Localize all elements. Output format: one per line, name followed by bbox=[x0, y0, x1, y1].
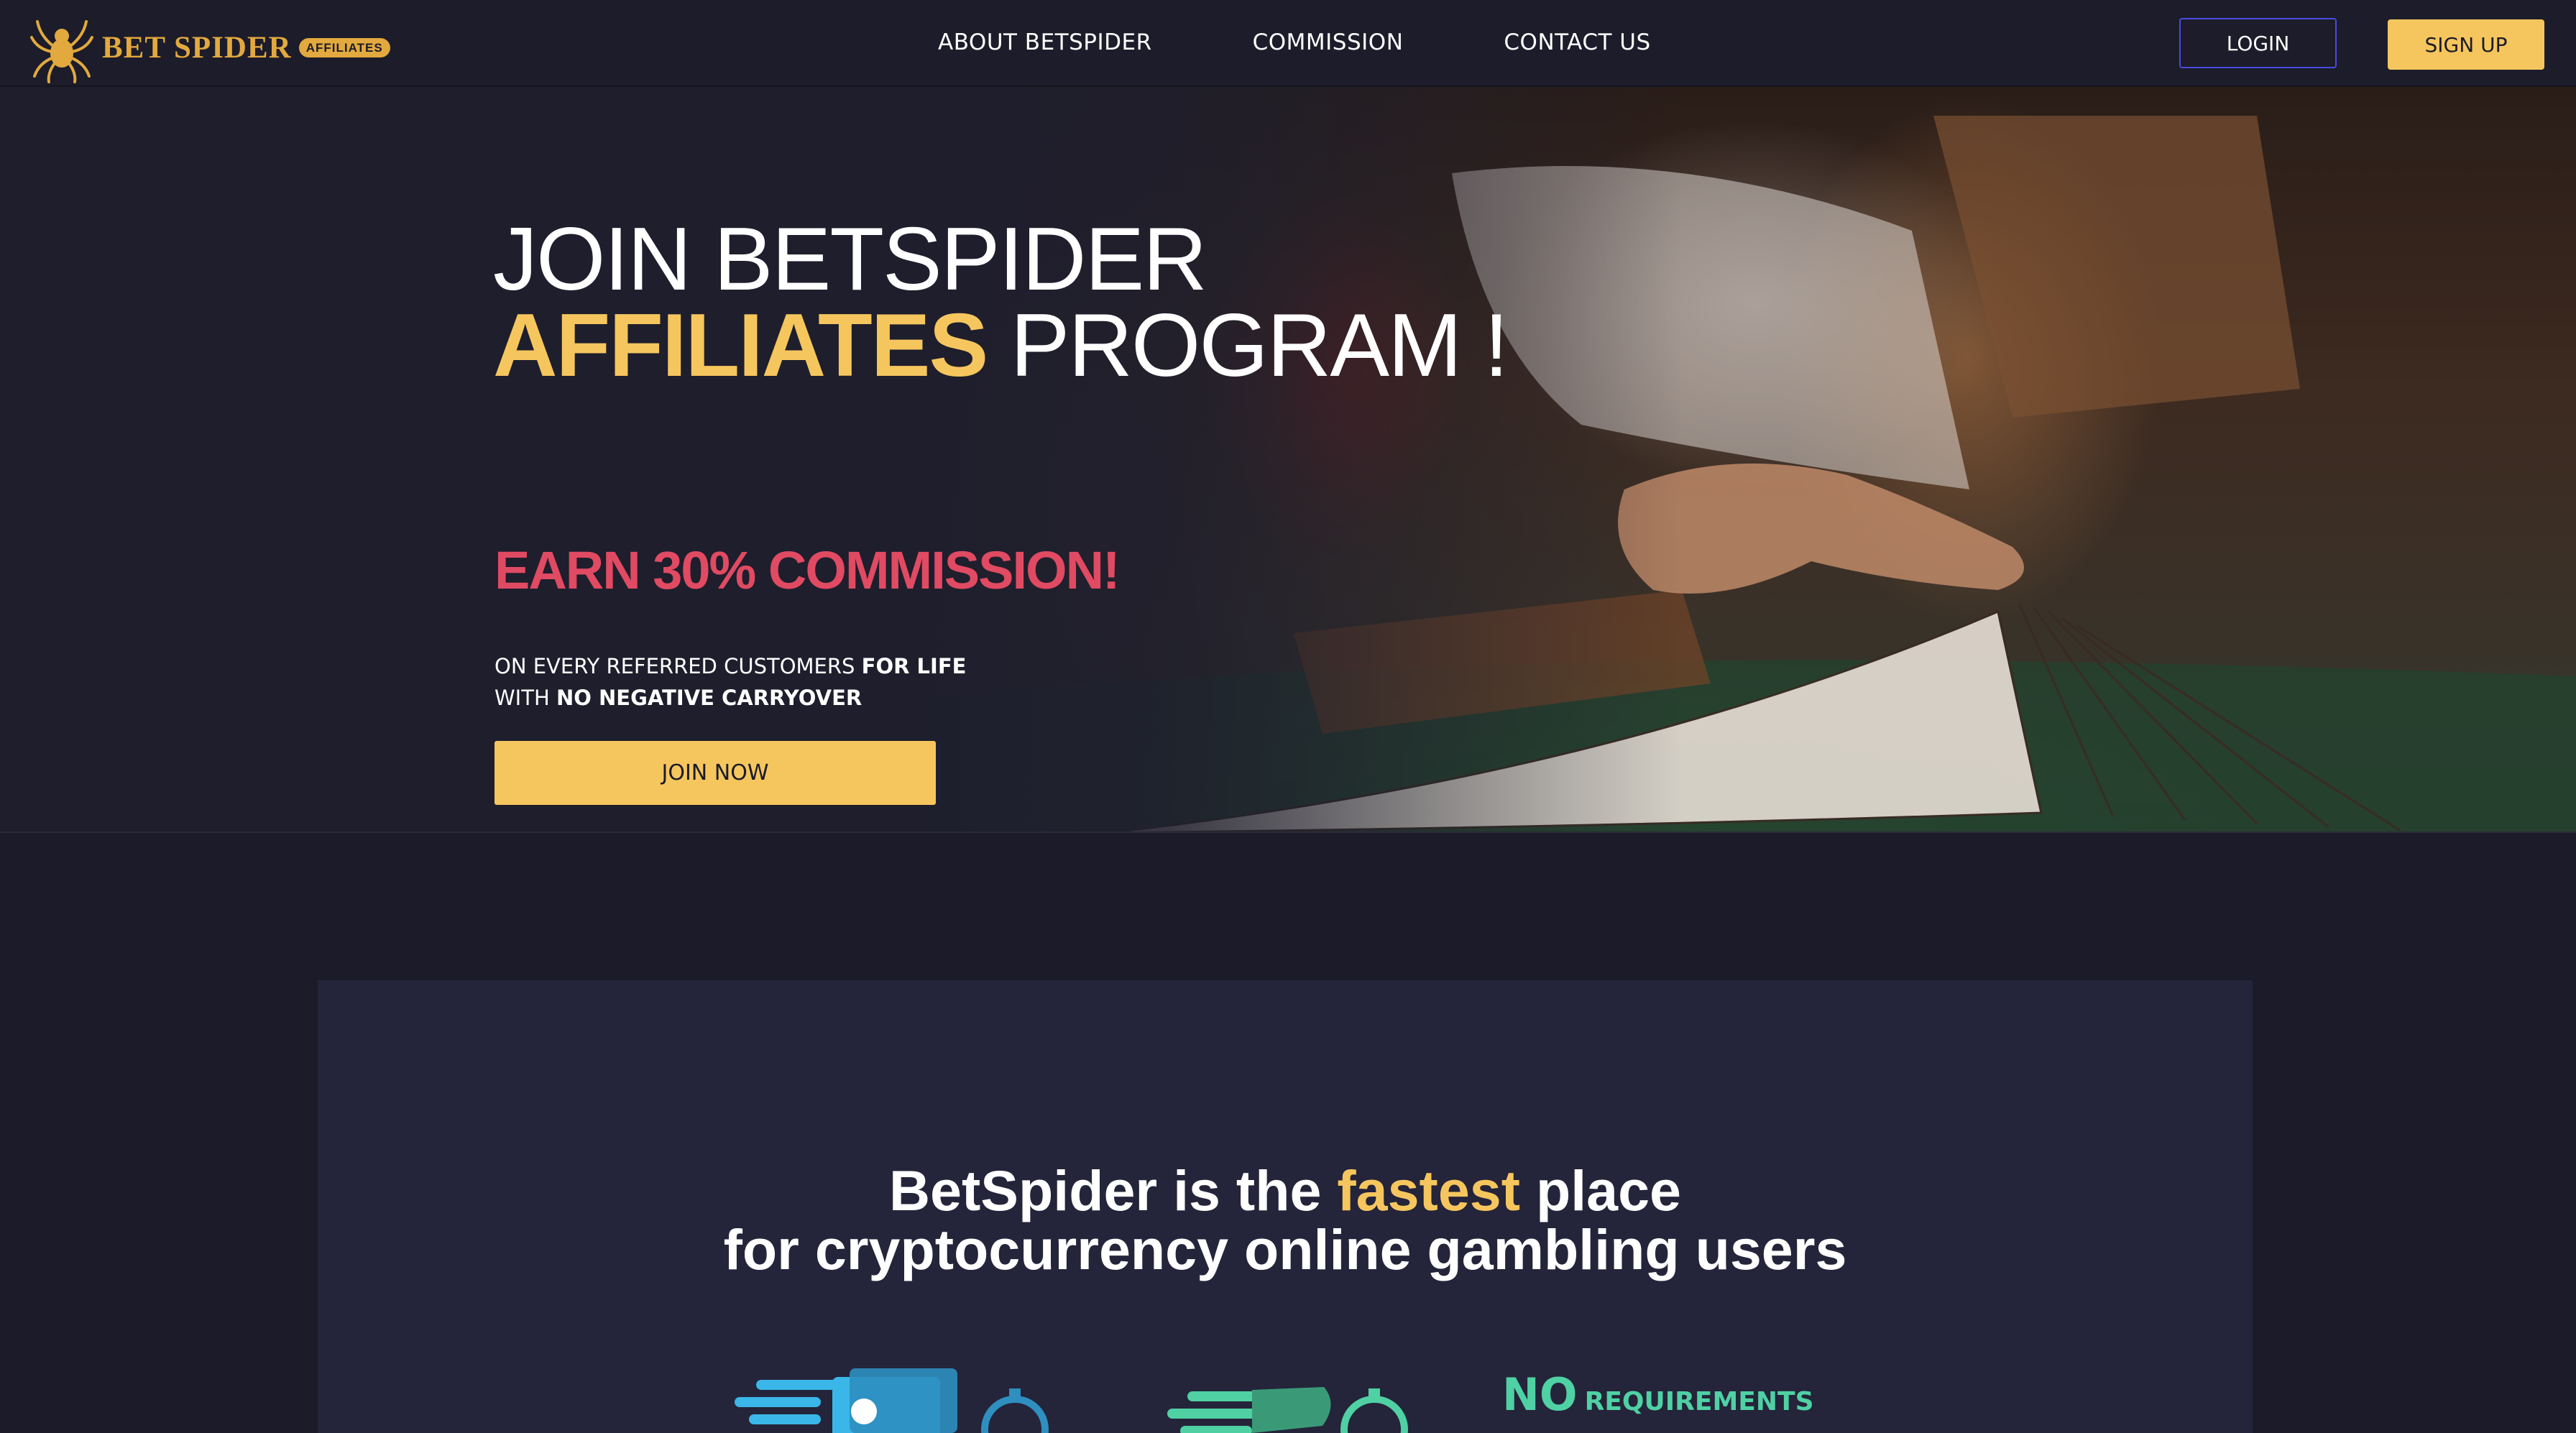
main-nav: ABOUT BETSPIDER COMMISSION CONTACT US bbox=[938, 0, 1651, 85]
brand-logo[interactable]: BET SPIDER AFFILIATES bbox=[27, 11, 390, 83]
hero-banner: JOIN BETSPIDER AFFILIATES PROGRAM ! EARN… bbox=[0, 87, 2576, 833]
join-now-button[interactable]: JOIN NOW bbox=[494, 741, 936, 805]
brand-badge: AFFILIATES bbox=[298, 37, 390, 57]
no-requirements-label: NO REQUIREMENTS bbox=[1502, 1368, 1814, 1421]
hero-title-accent: AFFILIATES bbox=[493, 296, 988, 395]
fast-deposit-icon bbox=[735, 1368, 1049, 1433]
nav-contact[interactable]: CONTACT US bbox=[1504, 29, 1650, 55]
hero-sub-line2-a: WITH bbox=[494, 686, 556, 710]
feature-icons-layer bbox=[735, 1368, 1408, 1433]
no-req-big: NO bbox=[1502, 1368, 1578, 1421]
hero-sub-line1-a: ON EVERY REFERRED CUSTOMERS bbox=[494, 654, 862, 678]
nav-about[interactable]: ABOUT BETSPIDER bbox=[938, 29, 1152, 55]
hero-title-rest: PROGRAM ! bbox=[987, 296, 1509, 395]
hero-fade-overlay bbox=[891, 87, 1682, 831]
login-button[interactable]: LOGIN bbox=[2179, 18, 2337, 68]
hero-title-line1: JOIN BETSPIDER bbox=[493, 210, 1208, 309]
spider-icon bbox=[30, 20, 93, 83]
nav-commission[interactable]: COMMISSION bbox=[1253, 29, 1404, 55]
features-panel: BetSpider is the fastest place for crypt… bbox=[318, 980, 2253, 1433]
brand-name: BET SPIDER bbox=[102, 30, 292, 65]
signup-button[interactable]: SIGN UP bbox=[2388, 19, 2544, 70]
hero-sub-line1-b: FOR LIFE bbox=[861, 654, 967, 678]
hero-title: JOIN BETSPIDER AFFILIATES PROGRAM ! bbox=[493, 215, 1509, 390]
top-navbar: BET SPIDER AFFILIATES ABOUT BETSPIDER CO… bbox=[0, 0, 2576, 87]
fast-withdrawal-icon bbox=[1167, 1387, 1408, 1433]
no-req-small: REQUIREMENTS bbox=[1584, 1387, 1814, 1416]
hero-sub-line2-b: NO NEGATIVE CARRYOVER bbox=[556, 686, 862, 710]
commission-headline: EARN 30% COMMISSION! bbox=[494, 540, 1121, 600]
hero-subtext: ON EVERY REFERRED CUSTOMERS FOR LIFE WIT… bbox=[494, 650, 966, 714]
